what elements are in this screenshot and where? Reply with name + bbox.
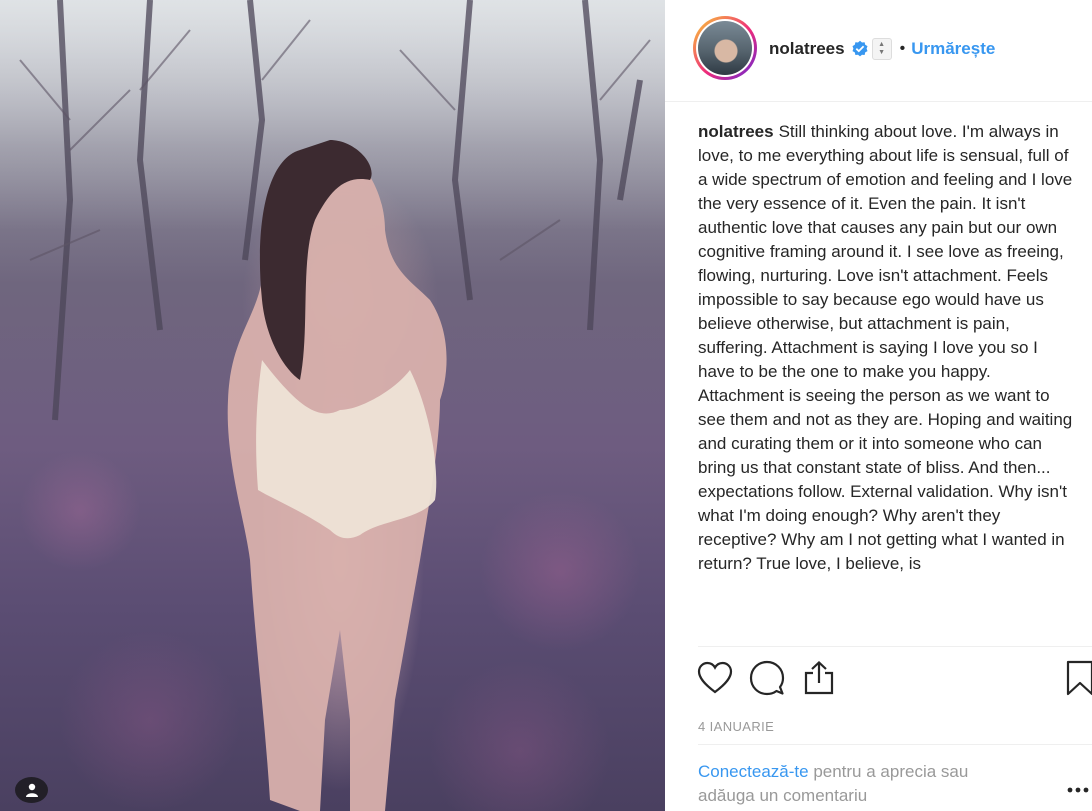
save-button[interactable]: [1065, 658, 1092, 698]
comment-bubble-icon: [749, 660, 785, 696]
more-options-button[interactable]: [1064, 776, 1092, 804]
post-side-panel: nolatrees ▲ ▼ • Urmărește nolatrees Still …: [665, 0, 1092, 811]
avatar-image: [698, 21, 752, 75]
comment-button[interactable]: [747, 658, 787, 698]
verified-badge-icon: [852, 40, 868, 57]
username-link[interactable]: nolatrees: [769, 39, 845, 59]
follow-button[interactable]: Urmărește: [911, 39, 995, 59]
tagged-users-button[interactable]: [15, 777, 48, 803]
avatar[interactable]: [696, 19, 754, 77]
share-icon: [804, 661, 834, 695]
caption-username[interactable]: nolatrees: [698, 122, 774, 141]
post-date[interactable]: 4 IANUARIE: [698, 719, 774, 734]
divider: [698, 744, 1092, 745]
sort-arrows-icon: ▲ ▼: [871, 38, 892, 60]
caption-text: Still thinking about love. I'm always in…: [698, 122, 1073, 573]
like-button[interactable]: [695, 658, 735, 698]
login-prompt: Conectează-te pentru a aprecia sau adăug…: [698, 760, 1028, 808]
photo-scene: [19, 0, 651, 811]
login-link[interactable]: Conectează-te: [698, 762, 809, 781]
post-header: nolatrees ▲ ▼ • Urmărește: [665, 0, 1092, 102]
header-user-row: nolatrees ▲ ▼ • Urmărește: [769, 38, 995, 60]
divider: [698, 646, 1092, 647]
share-button[interactable]: [799, 658, 839, 698]
instagram-post: nolatrees ▲ ▼ • Urmărește nolatrees Still …: [0, 0, 1092, 811]
post-caption: nolatrees Still thinking about love. I'm …: [698, 120, 1078, 647]
post-actions-bar: [695, 658, 1092, 702]
person-figure: [227, 140, 447, 811]
separator-dot: •: [899, 40, 906, 57]
heart-icon: [697, 661, 733, 694]
bookmark-icon: [1066, 660, 1092, 696]
more-options-icon: [1067, 787, 1089, 793]
post-photo[interactable]: [0, 0, 665, 811]
avatar-story-ring[interactable]: [693, 16, 757, 80]
user-tag-icon: [25, 783, 38, 797]
